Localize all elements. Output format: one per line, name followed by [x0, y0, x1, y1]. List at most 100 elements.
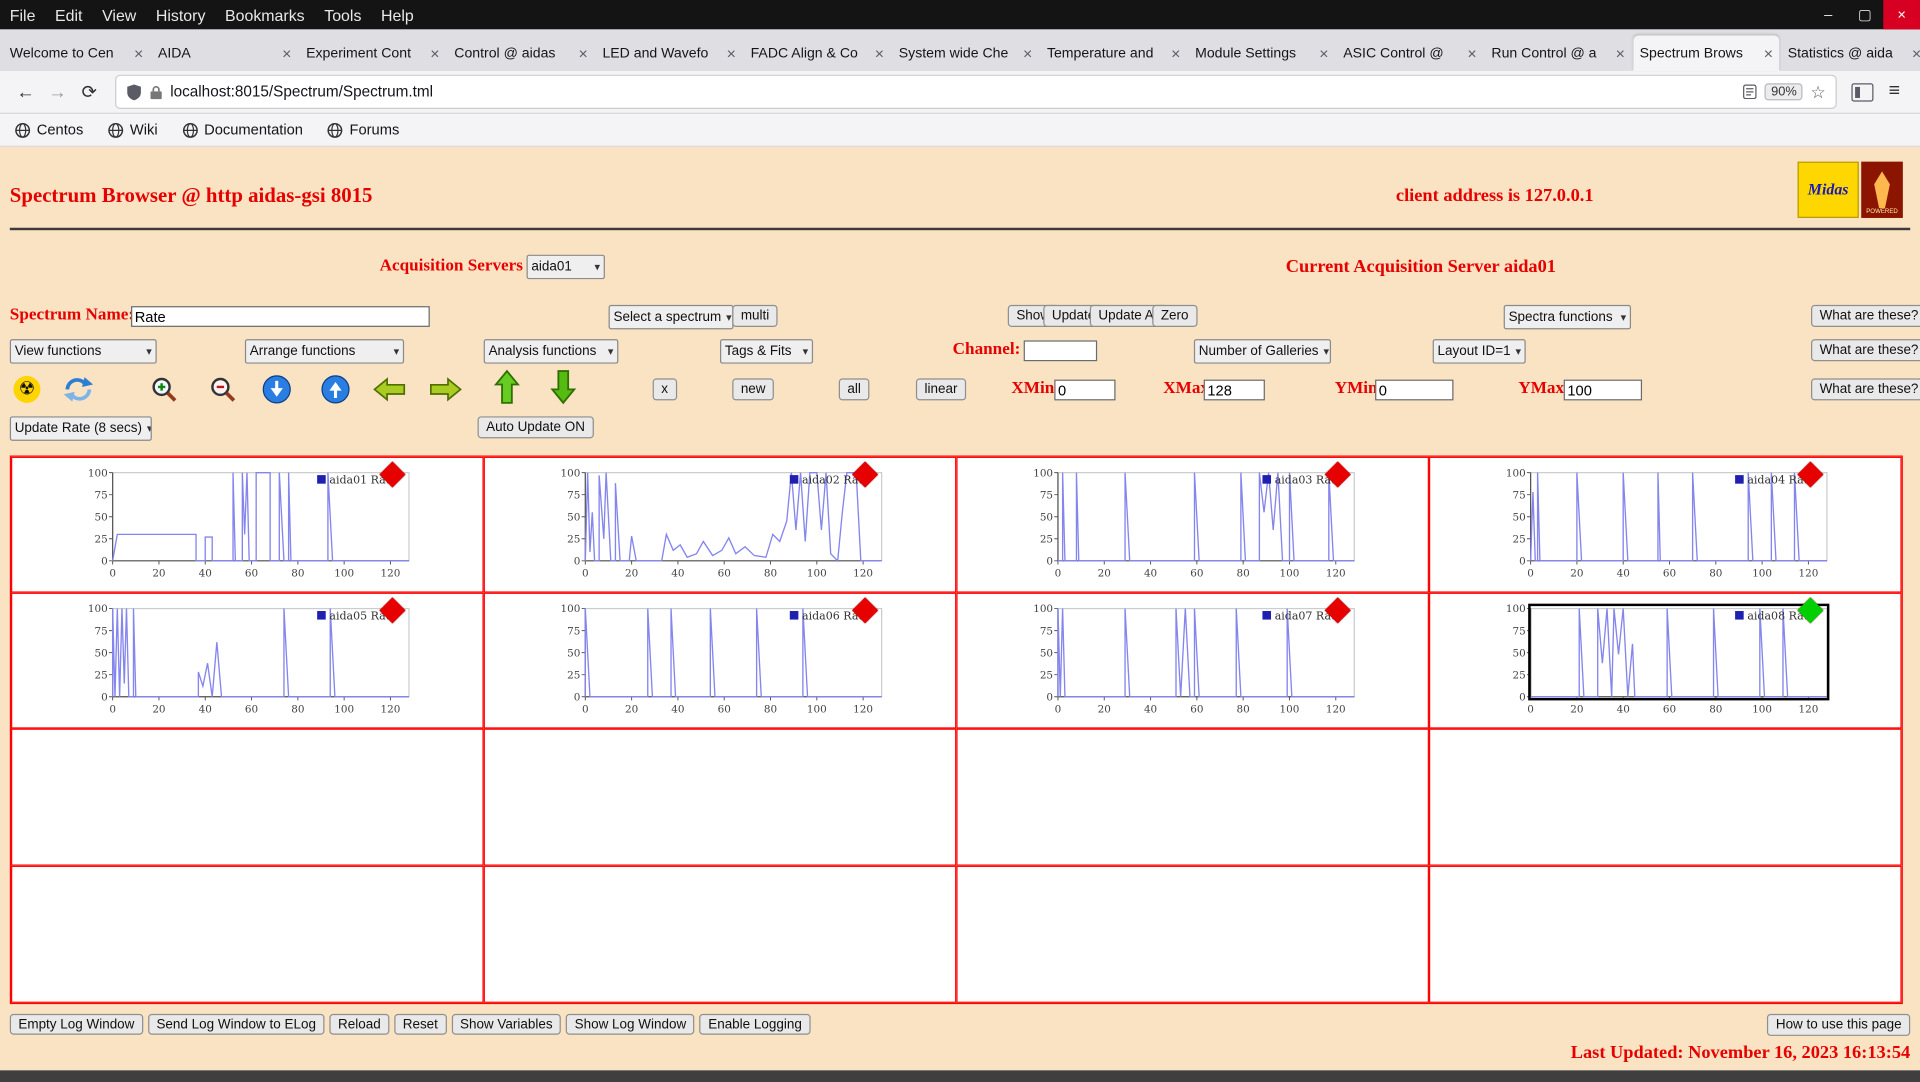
chart-cell-aida06[interactable]: 100 75 50 25 0 0 20 40 60 80 100 120 aida06 Rate: [483, 592, 957, 729]
update-rate-dropdown[interactable]: Update Rate (8 secs)▾: [9, 416, 152, 441]
reset-button[interactable]: Reset: [394, 1013, 447, 1035]
ymin-input[interactable]: [1375, 379, 1454, 401]
select-spectrum-dropdown[interactable]: Select a spectrum ▾: [608, 304, 734, 330]
tab-close-icon[interactable]: ×: [1023, 44, 1032, 62]
radioactive-icon[interactable]: ☢: [10, 372, 44, 406]
chart-cell-aida04[interactable]: 100 75 50 25 0 0 20 40 60 80 100 120 aida04 Rate: [1428, 456, 1902, 593]
chart-cell-aida07[interactable]: 100 75 50 25 0 0 20 40 60 80 100 120 aida07 Rate: [956, 592, 1429, 729]
tab-close-icon[interactable]: ×: [1616, 44, 1625, 62]
acquisition-server-select[interactable]: aida01 ▾: [526, 254, 605, 280]
tab-temperature-and[interactable]: Temperature and ×: [1041, 36, 1187, 72]
what-are-these-button-1[interactable]: What are these?: [1811, 304, 1920, 327]
tab-fadc-align-co[interactable]: FADC Align & Co ×: [744, 36, 890, 72]
green-up-arrow-icon[interactable]: [490, 369, 524, 404]
enable-logging-button[interactable]: Enable Logging: [699, 1013, 811, 1035]
spectrum-chart-aida07[interactable]: 100 75 50 25 0 0 20 40 60 80 100 120 aida07 Rate: [1021, 599, 1371, 725]
chart-cell-aida08[interactable]: 100 75 50 25 0 0 20 40 60 80 100 120 aida08 Rate: [1428, 592, 1902, 729]
spectrum-chart-aida02[interactable]: 100 75 50 25 0 0 20 40 60 80 100 120 aida02 Rate: [549, 463, 899, 589]
all-button[interactable]: all: [838, 378, 870, 401]
tab-welcome-to-cen[interactable]: Welcome to Cen ×: [4, 36, 150, 72]
galleries-dropdown[interactable]: Number of Galleries ▾: [1193, 339, 1332, 364]
menu-view[interactable]: View: [92, 6, 146, 24]
menu-bookmarks[interactable]: Bookmarks: [215, 6, 314, 24]
chart-cell-aida03[interactable]: 100 75 50 25 0 0 20 40 60 80 100 120 aida03 Rate: [956, 456, 1429, 593]
green-right-arrow-icon[interactable]: [429, 372, 463, 406]
new-button[interactable]: new: [732, 378, 775, 401]
back-button[interactable]: ←: [10, 76, 42, 108]
tab-close-icon[interactable]: ×: [578, 44, 587, 62]
bookmark-centos[interactable]: Centos: [15, 121, 84, 138]
green-down-arrow-icon[interactable]: [546, 370, 580, 405]
auto-update-button[interactable]: Auto Update ON: [477, 416, 594, 439]
chart-cell-aida05[interactable]: 100 75 50 25 0 0 20 40 60 80 100 120 aida05 Rate: [11, 592, 484, 729]
green-left-arrow-icon[interactable]: [372, 372, 406, 406]
menu-icon[interactable]: ≡: [1878, 81, 1910, 103]
tab-close-icon[interactable]: ×: [1171, 44, 1180, 62]
close-button[interactable]: ×: [1883, 0, 1920, 30]
spectrum-chart-aida04[interactable]: 100 75 50 25 0 0 20 40 60 80 100 120 aida04 Rate: [1494, 463, 1844, 589]
analysis-functions-dropdown[interactable]: Analysis functions ▾: [483, 339, 619, 364]
reader-mode-icon[interactable]: [1743, 84, 1758, 100]
show-log-window-button[interactable]: Show Log Window: [566, 1013, 695, 1035]
lock-icon[interactable]: [149, 84, 162, 100]
tab-led-and-wavefo[interactable]: LED and Wavefo ×: [596, 36, 742, 72]
layout-id-dropdown[interactable]: Layout ID=1 ▾: [1432, 339, 1526, 364]
url-text[interactable]: localhost:8015/Spectrum/Spectrum.tml: [170, 83, 1735, 100]
zoom-out-icon[interactable]: [206, 372, 240, 406]
show-variables-button[interactable]: Show Variables: [451, 1013, 562, 1035]
multi-button[interactable]: multi: [732, 304, 778, 327]
menu-edit[interactable]: Edit: [45, 6, 92, 24]
tab-aida[interactable]: AIDA ×: [152, 36, 298, 72]
spectrum-name-input[interactable]: [131, 306, 430, 327]
tab-control-aidas[interactable]: Control @ aidas ×: [448, 36, 594, 72]
menu-tools[interactable]: Tools: [314, 6, 371, 24]
forward-button[interactable]: →: [42, 76, 74, 108]
xmax-input[interactable]: [1203, 379, 1265, 401]
tab-close-icon[interactable]: ×: [1319, 44, 1328, 62]
tab-close-icon[interactable]: ×: [1467, 44, 1476, 62]
bookmark-forums[interactable]: Forums: [327, 121, 399, 138]
bookmark-documentation[interactable]: Documentation: [182, 121, 303, 138]
reload-button[interactable]: ⟳: [73, 76, 105, 108]
spectrum-chart-aida08[interactable]: 100 75 50 25 0 0 20 40 60 80 100 120 aida08 Rate: [1494, 599, 1844, 725]
spectrum-chart-aida05[interactable]: 100 75 50 25 0 0 20 40 60 80 100 120 aida05 Rate: [76, 599, 426, 725]
menu-file[interactable]: File: [0, 6, 45, 24]
bookmark-star-icon[interactable]: ☆: [1810, 81, 1825, 102]
what-are-these-button-2[interactable]: What are these?: [1811, 339, 1920, 362]
tab-run-control-a[interactable]: Run Control @ a ×: [1485, 36, 1631, 72]
tab-asic-control-[interactable]: ASIC Control @ ×: [1337, 36, 1483, 72]
tab-close-icon[interactable]: ×: [875, 44, 884, 62]
blue-down-arrow-icon[interactable]: [260, 372, 294, 406]
channel-input[interactable]: [1023, 340, 1098, 362]
bookmark-wiki[interactable]: Wiki: [108, 121, 158, 138]
blue-up-arrow-icon[interactable]: [318, 372, 352, 406]
xmin-input[interactable]: [1054, 379, 1116, 401]
spectrum-chart-aida03[interactable]: 100 75 50 25 0 0 20 40 60 80 100 120 aida03 Rate: [1021, 463, 1371, 589]
view-functions-dropdown[interactable]: View functions ▾: [9, 339, 157, 364]
tab-close-icon[interactable]: ×: [727, 44, 736, 62]
tab-close-icon[interactable]: ×: [1912, 44, 1920, 62]
zoom-level-badge[interactable]: 90%: [1765, 83, 1803, 101]
what-are-these-button-3[interactable]: What are these?: [1811, 378, 1920, 401]
tab-experiment-cont[interactable]: Experiment Cont ×: [300, 36, 446, 72]
tab-module-settings[interactable]: Module Settings ×: [1189, 36, 1335, 72]
tab-close-icon[interactable]: ×: [134, 44, 143, 62]
url-bar[interactable]: localhost:8015/Spectrum/Spectrum.tml 90%…: [115, 74, 1837, 109]
how-to-use-button[interactable]: How to use this page: [1767, 1013, 1911, 1036]
refresh-icon[interactable]: [61, 372, 95, 406]
spectrum-chart-aida06[interactable]: 100 75 50 25 0 0 20 40 60 80 100 120 aida06 Rate: [549, 599, 899, 725]
tab-system-wide-che[interactable]: System wide Che ×: [893, 36, 1039, 72]
maximize-button[interactable]: ▢: [1847, 0, 1884, 29]
tags-fits-dropdown[interactable]: Tags & Fits ▾: [720, 339, 814, 364]
chart-cell-aida02[interactable]: 100 75 50 25 0 0 20 40 60 80 100 120 aida02 Rate: [483, 456, 957, 593]
zero-button[interactable]: Zero: [1152, 304, 1198, 327]
tab-close-icon[interactable]: ×: [430, 44, 439, 62]
linear-button[interactable]: linear: [915, 378, 967, 401]
empty-log-window-button[interactable]: Empty Log Window: [9, 1013, 143, 1035]
tab-close-icon[interactable]: ×: [1764, 44, 1773, 62]
sidebar-icon[interactable]: [1847, 76, 1879, 108]
menu-help[interactable]: Help: [371, 6, 423, 24]
zoom-in-icon[interactable]: [147, 372, 181, 406]
tab-close-icon[interactable]: ×: [282, 44, 291, 62]
x-button[interactable]: x: [652, 378, 677, 401]
